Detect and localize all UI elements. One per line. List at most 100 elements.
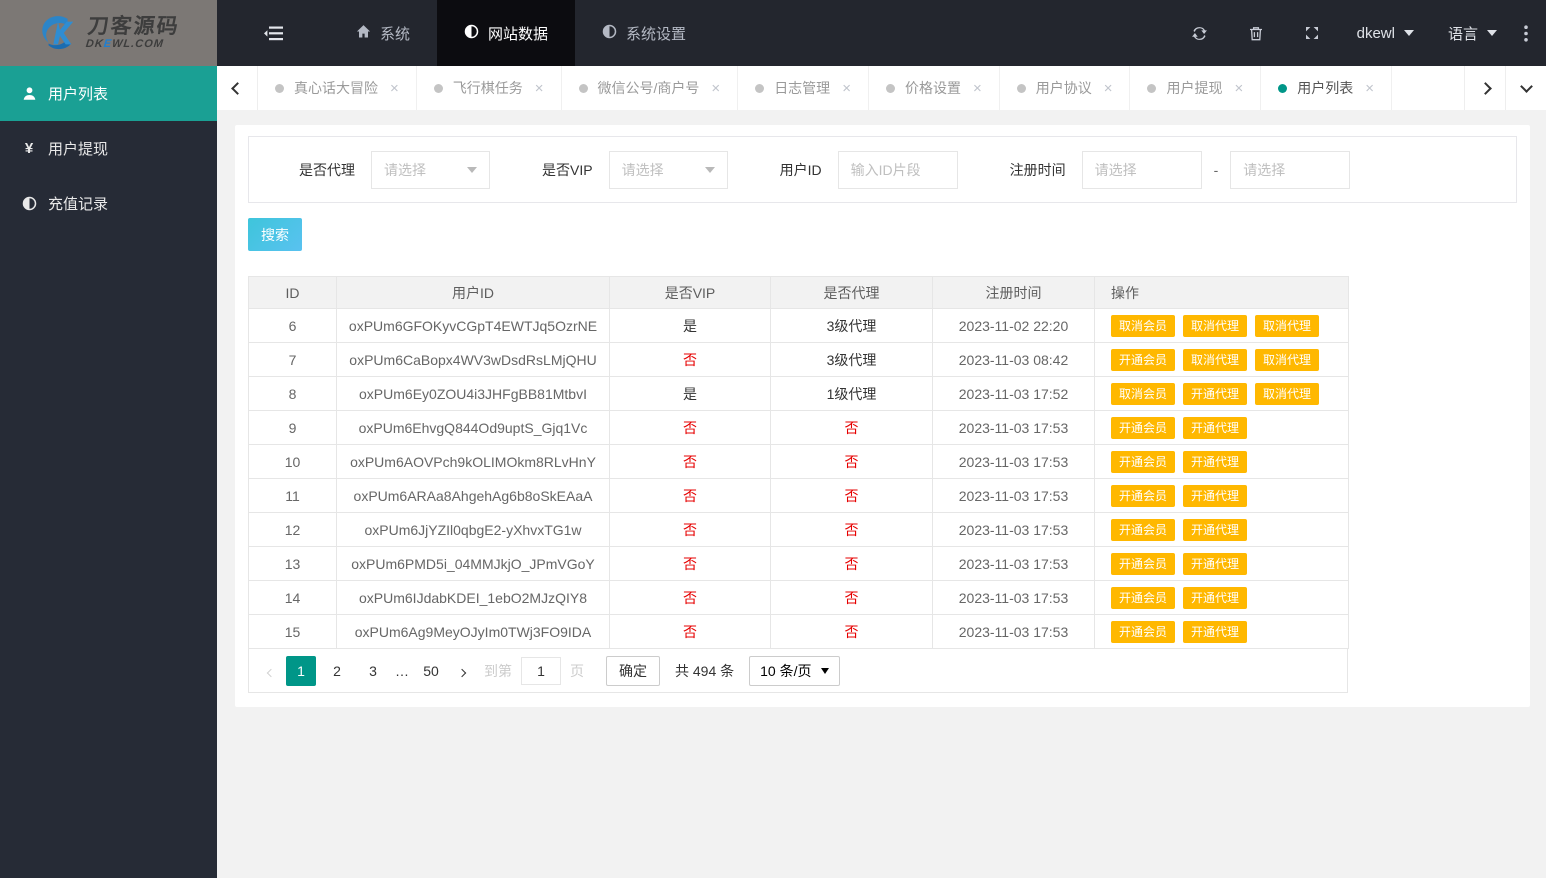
- action-button-取消代理[interactable]: 取消代理: [1255, 314, 1320, 337]
- tab-飞行棋任务[interactable]: 飞行棋任务 ×: [417, 66, 562, 110]
- nav-item-系统[interactable]: 系统: [329, 0, 437, 66]
- action-button-开通代理[interactable]: 开通代理: [1183, 620, 1248, 643]
- tab-close-icon[interactable]: ×: [973, 81, 982, 96]
- tab-用户协议[interactable]: 用户协议 ×: [1000, 66, 1131, 110]
- tab-close-icon[interactable]: ×: [535, 81, 544, 96]
- page-button-50[interactable]: 50: [416, 656, 446, 686]
- action-button-开通会员[interactable]: 开通会员: [1111, 416, 1176, 439]
- action-button-取消代理[interactable]: 取消代理: [1255, 348, 1320, 371]
- tab-label: 价格设置: [904, 80, 961, 96]
- range-separator: -: [1213, 161, 1219, 178]
- tab-close-icon[interactable]: ×: [1365, 81, 1374, 96]
- action-button-开通会员[interactable]: 开通会员: [1111, 620, 1176, 643]
- page-jump-input[interactable]: [521, 656, 561, 685]
- tab-微信公号/商户号[interactable]: 微信公号/商户号 ×: [562, 66, 739, 110]
- tab-close-icon[interactable]: ×: [711, 81, 720, 96]
- action-button-开通代理[interactable]: 开通代理: [1183, 552, 1248, 575]
- user-id-cell: oxPUm6Ag9MeyOJyIm0TWj3FO9IDA: [336, 614, 610, 649]
- refresh-icon[interactable]: [1171, 25, 1228, 42]
- register-time-cell: 2023-11-03 17:53: [932, 512, 1095, 547]
- action-button-取消会员[interactable]: 取消会员: [1111, 314, 1176, 337]
- page-prev-icon[interactable]: [266, 663, 276, 679]
- tab-close-icon[interactable]: ×: [390, 81, 399, 96]
- action-button-开通会员[interactable]: 开通会员: [1111, 552, 1176, 575]
- action-button-取消代理[interactable]: 取消代理: [1183, 348, 1248, 371]
- action-button-开通会员[interactable]: 开通会员: [1111, 450, 1176, 473]
- tab-label: 微信公号/商户号: [597, 80, 700, 96]
- vip-select[interactable]: 请选择: [608, 150, 728, 189]
- sidebar-item-用户提现[interactable]: ¥ 用户提现: [0, 121, 217, 176]
- action-button-取消代理[interactable]: 取消代理: [1255, 382, 1320, 405]
- sidebar-item-充值记录[interactable]: 充值记录: [0, 176, 217, 231]
- user-list-card: 是否代理 请选择 是否VIP 请选择 用户ID 输入ID片段 注册时间 请选择 …: [235, 125, 1530, 707]
- tab-dot-icon: [275, 83, 284, 93]
- table-row: 14 oxPUm6IJdabKDEI_1ebO2MJzQIY8 否否 2023-11-…: [248, 580, 1349, 615]
- tab-dot-icon: [885, 83, 895, 93]
- column-header: 用户ID: [336, 276, 610, 309]
- tab-label: 真心话大冒险: [294, 80, 378, 96]
- register-time-cell: 2023-11-03 17:53: [932, 410, 1095, 445]
- tab-价格设置[interactable]: 价格设置 ×: [869, 66, 1000, 110]
- sidebar-item-用户列表[interactable]: 用户列表: [0, 66, 217, 121]
- action-button-开通代理[interactable]: 开通代理: [1183, 586, 1248, 609]
- page-ellipsis: …: [395, 662, 409, 679]
- tabs-scroll-right-icon[interactable]: [1464, 66, 1505, 110]
- tabs-scroll-left-icon[interactable]: [217, 66, 258, 110]
- search-button[interactable]: 搜索: [248, 218, 302, 251]
- more-kebab-icon[interactable]: [1514, 24, 1546, 42]
- agent-cell: 否: [770, 478, 933, 513]
- tab-close-icon[interactable]: ×: [842, 81, 851, 96]
- tab-真心话大冒险[interactable]: 真心话大冒险 ×: [258, 66, 417, 110]
- language-menu[interactable]: 语言: [1431, 23, 1514, 44]
- tab-close-icon[interactable]: ×: [1104, 81, 1113, 96]
- register-time-cell: 2023-11-03 17:53: [932, 444, 1095, 479]
- clear-cache-trash-icon[interactable]: [1228, 25, 1284, 42]
- filter-userid: 用户ID: [780, 150, 958, 189]
- page-button-3[interactable]: 3: [358, 656, 388, 686]
- confirm-button[interactable]: 确定: [606, 655, 660, 686]
- action-button-开通代理[interactable]: 开通代理: [1183, 484, 1248, 507]
- username: dkewl: [1356, 24, 1395, 42]
- tab-日志管理[interactable]: 日志管理 ×: [738, 66, 869, 110]
- chevron-down-icon: [704, 166, 715, 173]
- action-button-取消会员[interactable]: 取消会员: [1111, 382, 1176, 405]
- column-header: 操作: [1094, 276, 1349, 309]
- nav-item-系统设置[interactable]: 系统设置: [575, 0, 713, 66]
- tab-用户提现[interactable]: 用户提现 ×: [1130, 66, 1262, 110]
- tabs-collapse-icon[interactable]: [1505, 66, 1546, 110]
- page-button-2[interactable]: 2: [322, 656, 352, 686]
- page-size-select[interactable]: 10 条/页: [749, 655, 840, 686]
- page-button-1[interactable]: 1: [286, 655, 316, 686]
- actions-cell: 开通会员 开通代理: [1094, 478, 1349, 513]
- tab-bar: 真心话大冒险 × 飞行棋任务 × 微信公号/商户号 × 日志管理 × 价格设置 × 用户协议 × 用户提…: [217, 66, 1546, 110]
- id-cell: 9: [248, 410, 337, 445]
- action-button-开通会员[interactable]: 开通会员: [1111, 586, 1176, 609]
- page-next-icon[interactable]: [457, 663, 467, 679]
- agent-cell: 否: [770, 512, 933, 547]
- userid-input[interactable]: [837, 150, 958, 189]
- fullscreen-icon[interactable]: [1284, 25, 1340, 41]
- chevron-down-icon: [1487, 30, 1497, 36]
- action-button-开通代理[interactable]: 开通代理: [1183, 450, 1248, 473]
- action-button-开通代理[interactable]: 开通代理: [1183, 416, 1248, 439]
- user-menu[interactable]: dkewl: [1340, 25, 1431, 42]
- register-time-cell: 2023-11-03 17:53: [932, 614, 1095, 649]
- nav-item-网站数据[interactable]: 网站数据: [437, 0, 576, 66]
- action-button-取消代理[interactable]: 取消代理: [1183, 314, 1248, 337]
- agent-select[interactable]: 请选择: [371, 150, 490, 189]
- action-button-开通代理[interactable]: 开通代理: [1183, 382, 1248, 405]
- vip-cell: 是: [609, 308, 771, 343]
- tab-close-icon[interactable]: ×: [1234, 81, 1243, 96]
- vip-cell: 否: [609, 444, 771, 479]
- brand-title: 刀客源码: [86, 15, 181, 38]
- action-button-开通会员[interactable]: 开通会员: [1111, 484, 1176, 507]
- tab-dot-icon: [755, 83, 765, 93]
- id-cell: 15: [248, 614, 337, 649]
- tab-用户列表[interactable]: 用户列表 ×: [1261, 66, 1393, 110]
- action-button-开通会员[interactable]: 开通会员: [1111, 348, 1176, 371]
- time-end-input[interactable]: [1230, 150, 1351, 189]
- time-start-input[interactable]: [1081, 150, 1202, 189]
- action-button-开通会员[interactable]: 开通会员: [1111, 518, 1176, 541]
- action-button-开通代理[interactable]: 开通代理: [1183, 518, 1248, 541]
- sidebar-toggle-icon[interactable]: [217, 0, 329, 66]
